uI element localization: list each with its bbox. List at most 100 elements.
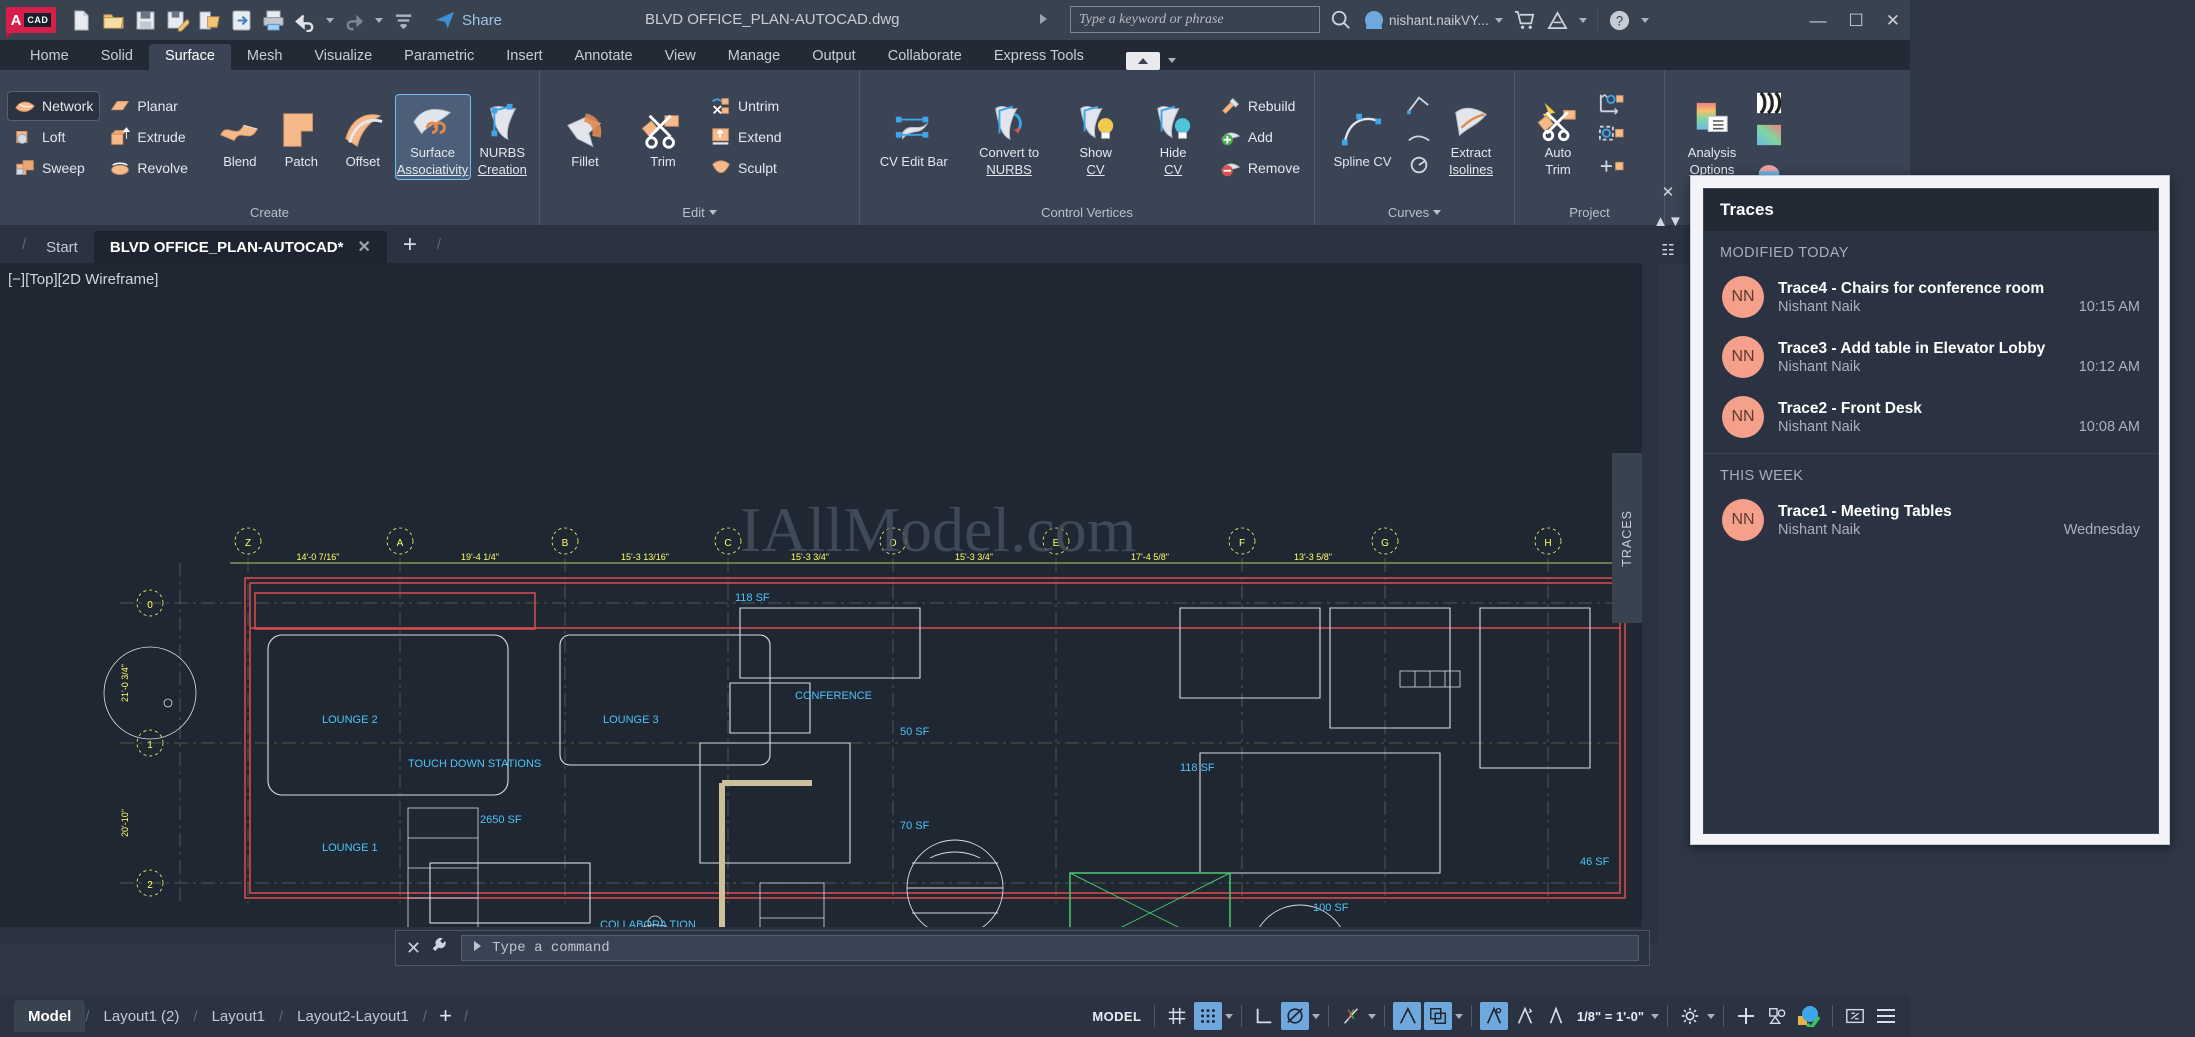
curve-tool-2-icon[interactable] (1406, 124, 1432, 151)
tool-extract-isolines[interactable]: Extract Isolines (1436, 95, 1506, 178)
trace-list-item[interactable]: NN Trace4 - Chairs for conference room N… (1704, 267, 2158, 327)
plot-icon[interactable] (262, 9, 285, 32)
command-line[interactable]: ✕ Type a command (395, 930, 1650, 966)
trace-list-item[interactable]: NN Trace2 - Front Desk Nishant Naik 10:0… (1704, 387, 2158, 447)
document-menu-arrow-icon[interactable] (1040, 14, 1047, 24)
project-to-2-points-icon[interactable] (1597, 155, 1625, 184)
ribbon-tab-parametric[interactable]: Parametric (388, 44, 490, 70)
layout-tab-layout1[interactable]: Layout1 (198, 1000, 279, 1032)
edit-panel-dropdown-icon[interactable] (709, 210, 717, 215)
tool-remove-cv[interactable]: Remove (1214, 154, 1306, 182)
save-icon[interactable] (134, 9, 157, 32)
traces-properties-icon[interactable]: ☷ (1661, 243, 1674, 258)
command-input[interactable]: Type a command (461, 935, 1639, 961)
traces-pin-icon[interactable]: ▲▼ (1653, 214, 1683, 229)
tool-auto-trim[interactable]: Auto Trim (1523, 95, 1593, 178)
redo-dropdown-icon[interactable] (375, 18, 383, 23)
tool-network[interactable]: Network (8, 92, 99, 120)
customization-plus-icon[interactable] (1732, 1002, 1760, 1030)
zebra-analysis-icon[interactable] (1755, 91, 1783, 120)
ribbon-tab-collaborate[interactable]: Collaborate (872, 44, 978, 70)
autodesk-app-icon[interactable] (1546, 9, 1569, 32)
polar-dropdown-icon[interactable] (1312, 1014, 1320, 1019)
help-dropdown-icon[interactable] (1641, 18, 1649, 23)
tool-loft[interactable]: Loft (8, 123, 99, 151)
user-dropdown-icon[interactable] (1495, 18, 1503, 23)
traces-dock-strip[interactable]: TRACES (1612, 453, 1642, 623)
layout-tab-layout2-layout1[interactable]: Layout2-Layout1 (283, 1000, 423, 1032)
tool-spline-cv[interactable]: Spline CV (1323, 104, 1402, 171)
autoscale-icon[interactable] (1511, 1002, 1539, 1030)
ribbon-tab-home[interactable]: Home (14, 44, 85, 70)
tool-nurbs-creation[interactable]: NURBS Creation (474, 95, 531, 178)
tool-patch[interactable]: Patch (273, 104, 330, 171)
add-layout-button[interactable]: + (427, 1003, 464, 1029)
object-snap-tracking-icon[interactable] (1337, 1002, 1365, 1030)
ribbon-display-dropdown-icon[interactable] (1168, 58, 1176, 63)
traces-palette[interactable]: Traces MODIFIED TODAY NN Trace4 - Chairs… (1690, 175, 2170, 845)
undo-icon[interactable] (294, 9, 317, 32)
hardware-acceleration-icon[interactable] (1794, 1002, 1824, 1030)
ribbon-tab-express-tools[interactable]: Express Tools (978, 44, 1100, 70)
open-file-icon[interactable] (102, 9, 125, 32)
redo-icon[interactable] (343, 9, 366, 32)
ribbon-tab-insert[interactable]: Insert (490, 44, 558, 70)
workspace-switching-icon[interactable] (1676, 1002, 1704, 1030)
maximize-button[interactable]: ☐ (1849, 12, 1864, 29)
tool-convert-to-nurbs[interactable]: Convert to NURBS (963, 95, 1054, 178)
tool-cv-edit-bar[interactable]: CV Edit Bar (868, 104, 959, 171)
command-tools-icon[interactable] (431, 936, 451, 961)
user-account-button[interactable]: nishant.naikVY... (1365, 11, 1503, 29)
tool-extend[interactable]: Extend (704, 123, 788, 151)
ribbon-tab-output[interactable]: Output (796, 44, 872, 70)
curve-tool-3-icon[interactable] (1406, 154, 1432, 181)
autocad-logo-icon[interactable]: A CAD (6, 7, 56, 33)
trace-list-item[interactable]: NN Trace3 - Add table in Elevator Lobby … (1704, 327, 2158, 387)
ribbon-tab-view[interactable]: View (649, 44, 712, 70)
share-button[interactable]: Share (434, 9, 502, 31)
isolate-objects-icon[interactable] (1763, 1002, 1791, 1030)
export-icon[interactable] (198, 9, 221, 32)
osnap-tracking-dropdown-icon[interactable] (1368, 1014, 1376, 1019)
lineweight-icon[interactable] (1424, 1002, 1452, 1030)
search-box[interactable] (1070, 6, 1320, 33)
lineweight-dropdown-icon[interactable] (1455, 1014, 1463, 1019)
tool-sweep[interactable]: Sweep (8, 154, 99, 182)
drawing-canvas[interactable]: [−][Top][2D Wireframe] Z A B C D E (0, 263, 1658, 943)
tool-extrude[interactable]: Extrude (103, 123, 194, 151)
tool-planar[interactable]: Planar (103, 92, 194, 120)
tool-offset[interactable]: Offset (334, 104, 391, 171)
search-input[interactable] (1079, 12, 1311, 28)
new-file-tab-button[interactable]: + (387, 231, 433, 263)
cart-icon[interactable] (1513, 9, 1536, 32)
new-file-icon[interactable] (70, 9, 93, 32)
scale-dropdown-icon[interactable] (1651, 1014, 1659, 1019)
grid-display-icon[interactable] (1163, 1002, 1191, 1030)
trace-list-item[interactable]: NN Trace1 - Meeting Tables Nishant Naik … (1704, 490, 2158, 550)
file-tab-close-icon[interactable]: ✕ (357, 237, 370, 257)
ribbon-tab-surface[interactable]: Surface (149, 44, 231, 70)
tool-analysis-options[interactable]: Analysis Options (1673, 95, 1751, 178)
status-menu-icon[interactable] (1872, 1002, 1900, 1030)
traces-close-icon[interactable]: ✕ (1662, 185, 1675, 200)
ribbon-tab-visualize[interactable]: Visualize (298, 44, 388, 70)
object-snap-icon[interactable] (1393, 1002, 1421, 1030)
ribbon-tab-solid[interactable]: Solid (85, 44, 149, 70)
command-line-close-icon[interactable]: ✕ (406, 938, 421, 959)
polar-tracking-icon[interactable] (1281, 1002, 1309, 1030)
tool-hide-cv[interactable]: Hide CV (1136, 95, 1210, 178)
customize-quick-access-icon[interactable] (392, 9, 415, 32)
ortho-mode-icon[interactable] (1250, 1002, 1278, 1030)
tool-show-cv[interactable]: Show CV (1059, 95, 1133, 178)
project-to-view-icon[interactable] (1597, 123, 1625, 152)
workspace-dropdown-icon[interactable] (1707, 1014, 1715, 1019)
snap-mode-icon[interactable] (1194, 1002, 1222, 1030)
project-to-ucs-icon[interactable] (1597, 91, 1625, 120)
file-tab-start[interactable]: Start (30, 231, 94, 263)
curves-panel-dropdown-icon[interactable] (1433, 210, 1441, 215)
tool-sculpt[interactable]: Sculpt (704, 154, 788, 182)
ribbon-tab-annotate[interactable]: Annotate (559, 44, 649, 70)
snap-dropdown-icon[interactable] (1225, 1014, 1233, 1019)
file-tab-blvd-office-plan[interactable]: BLVD OFFICE_PLAN-AUTOCAD* ✕ (94, 231, 387, 263)
tool-trim[interactable]: Trim (626, 104, 700, 171)
